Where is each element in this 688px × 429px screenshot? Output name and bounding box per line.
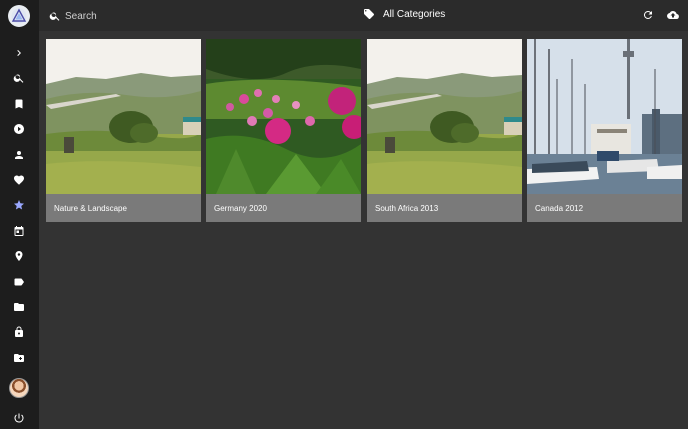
- photo-app: All Categories: [0, 0, 688, 429]
- folder-special-icon[interactable]: [9, 348, 29, 368]
- search-input[interactable]: [65, 10, 245, 22]
- search-box: [49, 8, 245, 24]
- refresh-icon: [643, 10, 652, 19]
- play-icon[interactable]: [9, 119, 29, 139]
- refresh-button[interactable]: [641, 8, 655, 22]
- album-card[interactable]: Canada 2012: [527, 39, 682, 222]
- album-cover-image: [206, 39, 361, 194]
- album-cover-image: [367, 39, 522, 194]
- category-selector[interactable]: All Categories: [363, 8, 445, 20]
- album-card[interactable]: Nature & Landscape: [46, 39, 201, 222]
- album-card[interactable]: Germany 2020: [206, 39, 361, 222]
- power-icon[interactable]: [9, 408, 29, 428]
- label-icon[interactable]: [9, 272, 29, 292]
- bookmark-icon[interactable]: [9, 94, 29, 114]
- heart-icon[interactable]: [9, 170, 29, 190]
- app-logo[interactable]: [8, 5, 30, 27]
- lock-icon[interactable]: [9, 322, 29, 342]
- cloud-upload-icon: [667, 11, 679, 19]
- expand-icon[interactable]: [9, 43, 29, 63]
- album-title: Nature & Landscape: [54, 204, 127, 213]
- tag-icon: [364, 9, 374, 19]
- location-pin-icon[interactable]: [9, 246, 29, 266]
- album-title: Canada 2012: [535, 204, 584, 213]
- sidebar: [0, 0, 39, 429]
- star-icon[interactable]: [9, 195, 29, 215]
- album-title: South Africa 2013: [375, 204, 439, 213]
- upload-button[interactable]: [666, 8, 680, 22]
- album-cover-image: [46, 39, 201, 194]
- top-toolbar: All Categories: [39, 0, 688, 31]
- album-title: Germany 2020: [214, 204, 267, 213]
- logo-icon: [11, 8, 27, 24]
- album-cover-image: [527, 39, 682, 194]
- calendar-icon[interactable]: [9, 221, 29, 241]
- user-avatar[interactable]: [9, 378, 29, 398]
- folder-icon[interactable]: [9, 297, 29, 317]
- person-icon[interactable]: [9, 145, 29, 165]
- category-label: All Categories: [383, 8, 446, 20]
- search-icon: [49, 12, 60, 21]
- album-card[interactable]: South Africa 2013: [367, 39, 522, 222]
- search-icon[interactable]: [9, 68, 29, 88]
